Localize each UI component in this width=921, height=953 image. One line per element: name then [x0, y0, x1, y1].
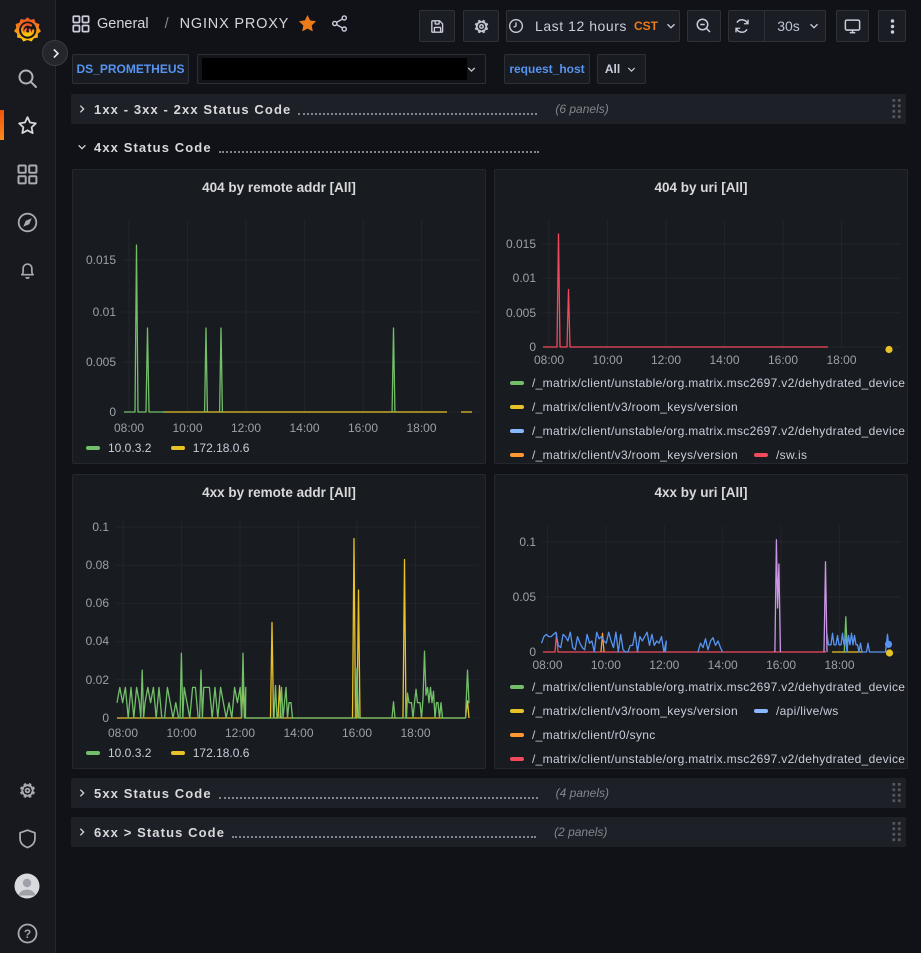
svg-text:0: 0 [109, 405, 116, 419]
svg-text:14:00: 14:00 [709, 353, 739, 367]
svg-text:0.005: 0.005 [506, 306, 536, 320]
svg-text:18:00: 18:00 [824, 658, 854, 672]
svg-text:12:00: 12:00 [231, 421, 261, 435]
svg-text:0.1: 0.1 [519, 535, 536, 549]
svg-text:16:00: 16:00 [348, 421, 378, 435]
svg-text:18:00: 18:00 [826, 353, 856, 367]
svg-text:10:00: 10:00 [592, 353, 622, 367]
svg-text:14:00: 14:00 [283, 726, 313, 740]
svg-text:18:00: 18:00 [400, 726, 430, 740]
svg-text:0.04: 0.04 [86, 634, 110, 648]
svg-text:16:00: 16:00 [342, 726, 372, 740]
svg-text:0.005: 0.005 [86, 355, 116, 369]
svg-text:0.02: 0.02 [86, 673, 110, 687]
svg-text:0.06: 0.06 [86, 596, 110, 610]
svg-text:0.08: 0.08 [86, 558, 110, 572]
svg-text:10:00: 10:00 [166, 726, 196, 740]
svg-text:?: ? [24, 927, 31, 941]
svg-text:16:00: 16:00 [766, 658, 796, 672]
svg-text:0: 0 [529, 340, 536, 354]
svg-text:0.01: 0.01 [513, 271, 537, 285]
svg-text:12:00: 12:00 [651, 353, 681, 367]
svg-text:14:00: 14:00 [289, 421, 319, 435]
svg-text:0.01: 0.01 [93, 305, 117, 319]
svg-text:08:00: 08:00 [114, 421, 144, 435]
svg-text:0: 0 [102, 711, 109, 725]
svg-text:0.05: 0.05 [513, 590, 537, 604]
svg-text:08:00: 08:00 [532, 658, 562, 672]
svg-text:14:00: 14:00 [708, 658, 738, 672]
svg-text:08:00: 08:00 [534, 353, 564, 367]
svg-text:0.1: 0.1 [92, 520, 109, 534]
svg-text:12:00: 12:00 [225, 726, 255, 740]
svg-text:10:00: 10:00 [591, 658, 621, 672]
svg-text:10:00: 10:00 [172, 421, 202, 435]
svg-text:0.015: 0.015 [506, 237, 536, 251]
svg-text:08:00: 08:00 [108, 726, 138, 740]
svg-text:0.015: 0.015 [86, 253, 116, 267]
svg-text:18:00: 18:00 [406, 421, 436, 435]
svg-text:0: 0 [529, 645, 536, 659]
svg-text:12:00: 12:00 [649, 658, 679, 672]
svg-text:16:00: 16:00 [768, 353, 798, 367]
